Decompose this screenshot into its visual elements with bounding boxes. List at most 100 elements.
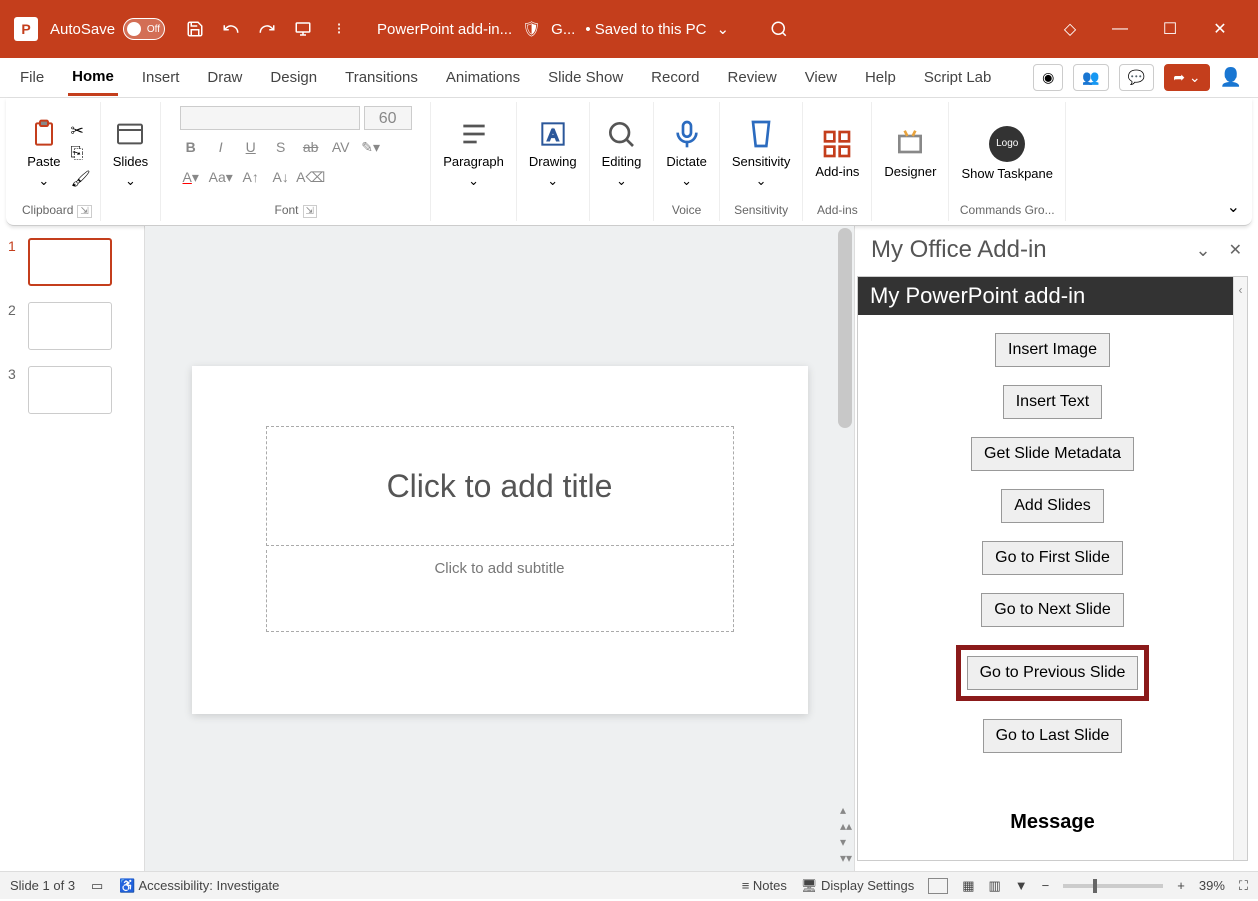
slides-button[interactable]: Slides ⌄ bbox=[109, 114, 152, 193]
bold-button[interactable]: B bbox=[180, 136, 202, 158]
fit-icon[interactable]: ⛶ bbox=[1239, 878, 1248, 894]
undo-icon[interactable] bbox=[221, 19, 241, 39]
tab-help[interactable]: Help bbox=[861, 61, 900, 94]
quick-access-toolbar: ⁝ bbox=[185, 19, 349, 39]
normal-view-icon[interactable] bbox=[928, 878, 948, 894]
taskpane-dropdown-icon[interactable]: ⌄ bbox=[1196, 240, 1211, 261]
add-slides-button[interactable]: Add Slides bbox=[1001, 489, 1104, 523]
scrollbar[interactable] bbox=[838, 228, 852, 428]
underline-button[interactable]: U bbox=[240, 136, 262, 158]
qat-more-icon[interactable]: ⁝ bbox=[329, 19, 349, 39]
dialog-launcher-icon[interactable]: ⇲ bbox=[77, 205, 91, 218]
chevron-down-icon[interactable]: ⌄ bbox=[717, 20, 730, 38]
account-icon[interactable]: 👤 bbox=[1220, 67, 1242, 88]
insert-image-button[interactable]: Insert Image bbox=[995, 333, 1110, 367]
font-color-button[interactable]: A▾ bbox=[180, 166, 202, 188]
thumbnail-2[interactable]: 2 bbox=[8, 302, 136, 350]
paragraph-button[interactable]: Paragraph⌄ bbox=[439, 114, 508, 193]
teams-button[interactable]: 👥 bbox=[1073, 64, 1108, 91]
tab-slideshow[interactable]: Slide Show bbox=[544, 61, 627, 94]
present-icon[interactable] bbox=[293, 19, 313, 39]
autosave-toggle[interactable]: AutoSave Off bbox=[50, 18, 165, 40]
book-icon[interactable]: ▭ bbox=[91, 878, 103, 894]
drawing-button[interactable]: ADrawing⌄ bbox=[525, 114, 581, 193]
logo-icon: Logo bbox=[989, 126, 1025, 162]
collapse-ribbon-icon[interactable]: ⌄ bbox=[1227, 197, 1240, 217]
slide-counter[interactable]: Slide 1 of 3 bbox=[10, 878, 75, 893]
tab-record[interactable]: Record bbox=[647, 61, 703, 94]
show-taskpane-button[interactable]: LogoShow Taskpane bbox=[957, 122, 1057, 186]
subtitle-placeholder[interactable]: Click to add subtitle bbox=[266, 550, 734, 632]
addins-button[interactable]: Add-ins bbox=[811, 124, 863, 183]
strike-button[interactable]: ab bbox=[300, 136, 322, 158]
font-size-combo[interactable]: 60 bbox=[364, 106, 412, 130]
tab-animations[interactable]: Animations bbox=[442, 61, 524, 94]
close-button[interactable]: ✕ bbox=[1210, 19, 1230, 39]
sorter-view-icon[interactable]: ▦ bbox=[962, 878, 974, 894]
go-last-slide-button[interactable]: Go to Last Slide bbox=[983, 719, 1123, 753]
highlight-button[interactable]: ✎▾ bbox=[360, 136, 382, 158]
case-button[interactable]: Aa▾ bbox=[210, 166, 232, 188]
tab-review[interactable]: Review bbox=[724, 61, 781, 94]
tab-draw[interactable]: Draw bbox=[203, 61, 246, 94]
share-button[interactable]: ➦ ⌄ bbox=[1164, 64, 1209, 91]
prev-slide-icon[interactable]: ▴ bbox=[840, 803, 852, 817]
next-slide-icon[interactable]: ▾ bbox=[840, 835, 852, 849]
format-painter-icon[interactable]: 🖌 bbox=[71, 169, 91, 187]
taskpane-close-icon[interactable]: ✕ bbox=[1229, 240, 1242, 260]
tab-scriptlab[interactable]: Script Lab bbox=[920, 61, 996, 94]
go-previous-slide-button[interactable]: Go to Previous Slide bbox=[967, 656, 1139, 690]
prev-slide-double-icon[interactable]: ▴▴ bbox=[840, 819, 852, 833]
dictate-button[interactable]: Dictate⌄ bbox=[662, 114, 710, 193]
notes-button[interactable]: ≡ Notes bbox=[742, 878, 787, 893]
shadow-button[interactable]: S bbox=[270, 136, 292, 158]
thumbnail-3[interactable]: 3 bbox=[8, 366, 136, 414]
copy-icon[interactable]: ⎘ bbox=[71, 145, 91, 163]
italic-button[interactable]: I bbox=[210, 136, 232, 158]
tab-home[interactable]: Home bbox=[68, 60, 118, 96]
slide[interactable]: Click to add title Click to add subtitle bbox=[192, 366, 808, 714]
tab-transitions[interactable]: Transitions bbox=[341, 61, 422, 94]
slideshow-view-icon[interactable]: ▼ bbox=[1015, 878, 1028, 893]
go-next-slide-button[interactable]: Go to Next Slide bbox=[981, 593, 1124, 627]
display-settings-button[interactable]: 🖥 Display Settings bbox=[801, 878, 914, 894]
clear-format-button[interactable]: A⌫ bbox=[300, 166, 322, 188]
accessibility-status[interactable]: ♿ Accessibility: Investigate bbox=[119, 878, 279, 894]
grow-font-button[interactable]: A↑ bbox=[240, 166, 262, 188]
tab-design[interactable]: Design bbox=[266, 61, 321, 94]
zoom-in-icon[interactable]: + bbox=[1177, 878, 1185, 893]
comments-button[interactable]: 💬 bbox=[1119, 64, 1154, 91]
zoom-out-icon[interactable]: − bbox=[1042, 878, 1050, 893]
maximize-button[interactable]: ☐ bbox=[1160, 19, 1180, 39]
paste-button[interactable]: Paste ⌄ bbox=[23, 114, 64, 193]
cut-icon[interactable]: ✂ bbox=[71, 121, 91, 139]
tab-view[interactable]: View bbox=[801, 61, 841, 94]
reading-view-icon[interactable]: ▥ bbox=[989, 878, 1001, 894]
editing-button[interactable]: Editing⌄ bbox=[598, 114, 646, 193]
shrink-font-button[interactable]: A↓ bbox=[270, 166, 292, 188]
diamond-icon[interactable]: ◇ bbox=[1060, 19, 1080, 39]
dialog-launcher-icon[interactable]: ⇲ bbox=[303, 205, 317, 218]
go-first-slide-button[interactable]: Go to First Slide bbox=[982, 541, 1123, 575]
search-icon[interactable] bbox=[769, 19, 789, 39]
next-slide-double-icon[interactable]: ▾▾ bbox=[840, 851, 852, 865]
thumbnail-1[interactable]: 1 bbox=[8, 238, 136, 286]
designer-button[interactable]: Designer bbox=[880, 124, 940, 183]
chevron-down-icon: ⌄ bbox=[681, 173, 692, 189]
save-icon[interactable] bbox=[185, 19, 205, 39]
sensitivity-button[interactable]: Sensitivity⌄ bbox=[728, 114, 795, 193]
redo-icon[interactable] bbox=[257, 19, 277, 39]
tab-file[interactable]: File bbox=[16, 61, 48, 94]
taskpane-expand-icon[interactable]: ‹ bbox=[1233, 277, 1247, 860]
zoom-slider[interactable] bbox=[1063, 884, 1163, 888]
font-name-combo[interactable] bbox=[180, 106, 360, 130]
tab-insert[interactable]: Insert bbox=[138, 61, 184, 94]
toggle-switch[interactable]: Off bbox=[123, 18, 165, 40]
record-button[interactable]: ◉ bbox=[1033, 64, 1063, 91]
spacing-button[interactable]: AV bbox=[330, 136, 352, 158]
minimize-button[interactable]: — bbox=[1110, 19, 1130, 39]
insert-text-button[interactable]: Insert Text bbox=[1003, 385, 1103, 419]
get-metadata-button[interactable]: Get Slide Metadata bbox=[971, 437, 1134, 471]
title-placeholder[interactable]: Click to add title bbox=[266, 426, 734, 546]
zoom-level[interactable]: 39% bbox=[1199, 878, 1225, 893]
